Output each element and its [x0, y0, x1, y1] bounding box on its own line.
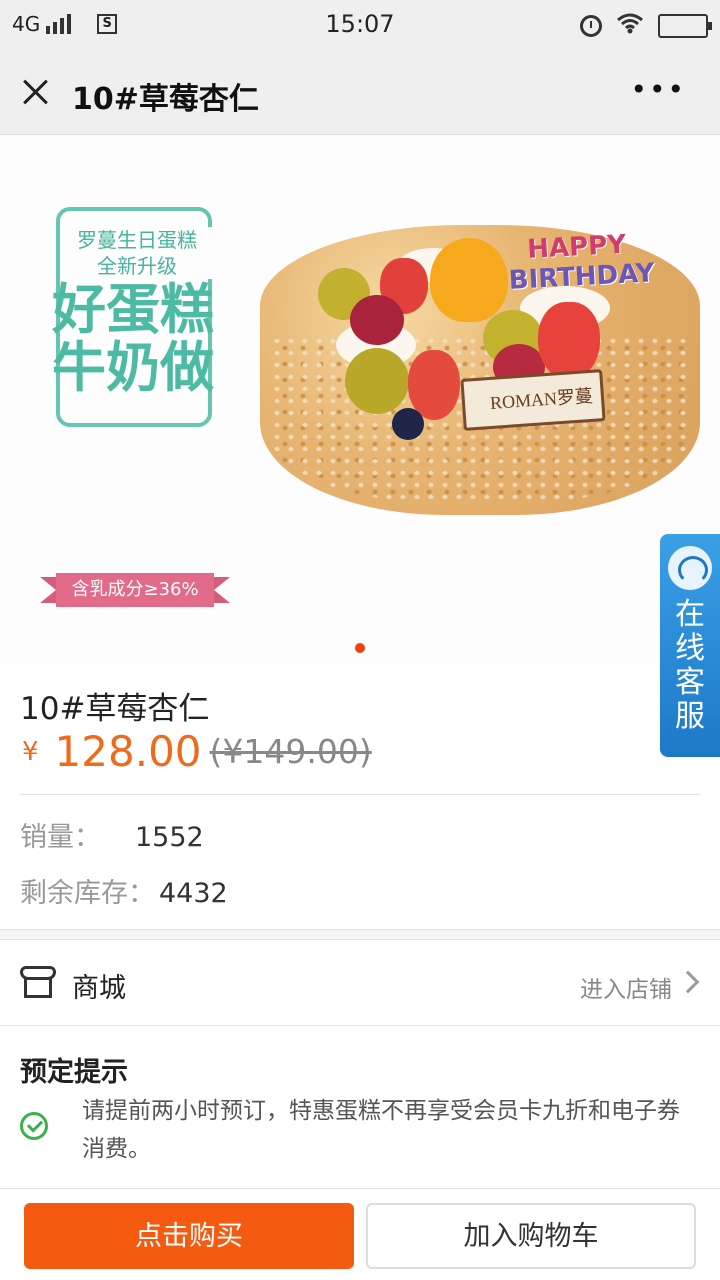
- add-to-cart-button[interactable]: 加入购物车: [366, 1203, 696, 1269]
- online-service-button[interactable]: 在线客服: [660, 534, 720, 757]
- product-title: 10#草莓杏仁: [20, 691, 210, 727]
- section-separator: [0, 929, 720, 940]
- alarm-icon: [580, 14, 602, 37]
- promo-big-line-1: 好蛋糕: [52, 278, 214, 341]
- stock-row: 剩余库存： 4432: [20, 871, 228, 910]
- milk-content-ribbon: 含乳成分≥36%: [40, 573, 230, 607]
- ribbon-text: 含乳成分≥36%: [56, 573, 214, 607]
- promo-line-1: 罗蔓生日蛋糕: [77, 228, 197, 252]
- sales-row: 销量： 1552: [20, 815, 204, 854]
- original-price: (¥149.00): [209, 732, 372, 771]
- check-circle-icon: [20, 1112, 48, 1140]
- shop-icon-base: [24, 978, 52, 998]
- buy-now-button[interactable]: 点击购买: [24, 1203, 354, 1269]
- more-options-button[interactable]: •••: [630, 76, 686, 104]
- status-bar: 4G S 15:07: [0, 0, 720, 50]
- online-service-label: 在线客服: [675, 597, 705, 734]
- customer-service-icon: [668, 546, 712, 590]
- current-price: 128.00: [54, 727, 202, 776]
- ribbon-tail-right: [214, 577, 230, 603]
- booking-tips-text: 请提前两小时预订，特惠蛋糕不再享受会员卡九折和电子券消费。: [82, 1098, 680, 1162]
- promo-text-big: 好蛋糕 牛奶做: [38, 281, 228, 397]
- price-row: ¥128.00 (¥149.00): [22, 727, 372, 783]
- status-right: [580, 12, 712, 39]
- page-title: 10#草莓杏仁: [72, 82, 259, 117]
- currency-symbol: ¥: [22, 736, 39, 767]
- carousel-dot-active[interactable]: [355, 643, 365, 653]
- product-image-carousel[interactable]: 罗蔓生日蛋糕 全新升级 好蛋糕 牛奶做 含乳成分≥36% ROMAN罗蔓 HAP…: [0, 135, 720, 665]
- stock-value: 4432: [159, 878, 228, 909]
- stock-label: 剩余库存：: [20, 878, 155, 909]
- promo-line-2: 全新升级: [97, 254, 177, 278]
- battery-icon: [658, 13, 712, 38]
- carousel-indicator: [0, 638, 720, 653]
- fruit-blueberry: [392, 408, 424, 440]
- promo-big-line-2: 牛奶做: [52, 336, 214, 399]
- sales-value: 1552: [135, 822, 204, 853]
- divider: [20, 794, 700, 795]
- booking-tips-title: 预定提示: [20, 1057, 128, 1088]
- chevron-right-icon: [676, 970, 700, 994]
- enter-shop-link[interactable]: 进入店铺: [580, 970, 672, 1004]
- brand-plaque: ROMAN罗蔓: [460, 369, 606, 431]
- shop-entry-row[interactable]: 商城 进入店铺: [0, 942, 720, 1026]
- fruit-cherry-red: [350, 295, 404, 345]
- fruit-strawberry: [538, 302, 600, 380]
- shop-label: 商城: [72, 973, 126, 1004]
- fruit-peach: [430, 238, 508, 322]
- close-icon[interactable]: [18, 74, 54, 110]
- birthday-topper: HAPPY BIRTHDAY: [507, 228, 660, 296]
- shop-icon: [20, 966, 56, 1000]
- fruit-cherry-green: [345, 348, 409, 414]
- sales-label: 销量：: [20, 822, 101, 853]
- wifi-icon: [616, 12, 644, 39]
- ribbon-tail-left: [40, 577, 56, 603]
- nav-bar: 10#草莓杏仁 •••: [0, 50, 720, 135]
- promo-text-small: 罗蔓生日蛋糕 全新升级: [62, 227, 212, 279]
- bottom-action-bar: 点击购买 加入购物车: [0, 1188, 720, 1280]
